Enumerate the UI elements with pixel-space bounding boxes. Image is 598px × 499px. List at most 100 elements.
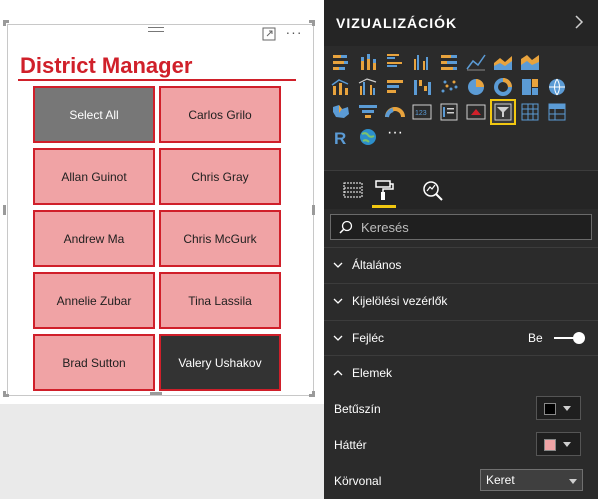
100-percent-bar-icon[interactable] [438,51,460,73]
section-items[interactable]: Elemek [324,355,598,389]
drag-grip-icon[interactable] [148,27,164,37]
dropdown-arrow-icon [569,479,577,484]
slicer-item[interactable]: Chris Gray [159,148,281,205]
analytics-tab-icon[interactable] [418,176,448,204]
stacked-column-icon[interactable] [357,51,379,73]
matrix-icon[interactable] [546,101,568,123]
slicer-item-label: Chris McGurk [183,231,257,246]
svg-text:123: 123 [415,110,427,117]
font-color-swatch [544,403,556,415]
section-general[interactable]: Általános [324,247,598,281]
header-toggle-label: Be [528,331,543,345]
header-toggle[interactable] [554,332,586,344]
background-label: Háttér [334,438,367,452]
font-color-label: Betűszín [334,402,381,416]
section-selection-controls[interactable]: Kijelölési vezérlők [324,283,598,317]
slicer-item[interactable]: Carlos Grilo [159,86,281,143]
scatter-chart-icon[interactable] [438,76,460,98]
more-options-icon[interactable]: ··· [285,24,303,40]
chevron-up-icon [333,369,343,375]
funnel-icon[interactable] [357,101,379,123]
title-underline [18,79,296,81]
resize-handle-bottom-right[interactable] [309,391,315,397]
slicer-item[interactable]: Brad Sutton [33,334,155,391]
clustered-bar-icon[interactable] [384,51,406,73]
slicer-item-label: Chris Gray [191,169,249,184]
format-search-box[interactable] [330,214,592,240]
line-chart-icon[interactable] [465,51,487,73]
slicer-item[interactable]: Andrew Ma [33,210,155,267]
clustered-column-icon[interactable] [411,51,433,73]
fields-tab-icon[interactable] [338,176,368,204]
slicer-item-label: Tina Lassila [188,293,252,308]
gauge-icon[interactable] [384,101,406,123]
slicer-item-label: Carlos Grilo [188,107,252,122]
slicer-item-label: Allan Guinot [61,169,127,184]
slicer-item-selected[interactable]: Valery Ushakov [159,334,281,391]
slicer-item-label: Annelie Zubar [56,293,132,308]
outline-dropdown[interactable]: Keret [480,469,583,491]
slicer-icon[interactable] [490,99,516,125]
kpi-icon[interactable] [465,101,487,123]
pane-title: VIZUALIZÁCIÓK [336,15,458,31]
r-script-icon[interactable]: R [330,126,352,148]
resize-handle-top-right[interactable] [309,20,315,26]
more-visuals-icon[interactable]: ··· [384,125,406,148]
area-chart-icon[interactable] [492,51,514,73]
filled-map-icon[interactable] [330,101,352,123]
slicer-item[interactable]: Allan Guinot [33,148,155,205]
waterfall-chart-icon[interactable] [411,76,433,98]
ribbon-chart-icon[interactable] [384,76,406,98]
stacked-bar-icon[interactable] [330,51,352,73]
resize-handle-top-left[interactable] [3,20,9,26]
slicer-item-label: Andrew Ma [63,231,125,246]
slicer-item-label: Brad Sutton [62,355,126,370]
section-label: Általános [352,257,402,272]
resize-handle-right[interactable] [312,205,315,215]
table-icon[interactable] [519,101,541,123]
line-clustered-column-icon[interactable] [357,76,379,98]
slicer-item[interactable]: Chris McGurk [159,210,281,267]
resize-handle-bottom[interactable] [150,392,162,395]
slicer-title: District Manager [20,53,193,78]
slicer-item[interactable]: Annelie Zubar [33,272,155,329]
format-search-input[interactable] [361,219,581,235]
section-header[interactable]: Fejléc Be [324,320,598,354]
donut-chart-icon[interactable] [492,76,514,98]
slicer-item-label: Select All [69,107,119,122]
format-tab-icon[interactable] [369,176,399,204]
resize-handle-bottom-left[interactable] [3,391,9,397]
chevron-down-icon [333,262,343,268]
section-label: Kijelölési vezérlők [352,293,448,308]
dropdown-arrow-icon [563,406,571,411]
treemap-icon[interactable] [519,76,541,98]
slicer-item-select-all[interactable]: Select All [33,86,155,143]
section-label: Elemek [352,365,393,380]
report-canvas: ··· District Manager Select All Carlos G… [0,0,324,499]
outline-label: Körvonal [334,474,382,488]
multi-row-card-icon[interactable] [438,101,460,123]
pie-chart-icon[interactable] [465,76,487,98]
line-column-icon[interactable] [330,76,352,98]
card-icon[interactable]: 123 [411,101,433,123]
dropdown-arrow-icon [563,442,571,447]
map-icon[interactable] [546,76,568,98]
svg-text:R: R [334,129,346,148]
search-icon [339,220,353,234]
background-color-picker[interactable] [536,432,581,456]
pane-tabs [324,171,598,209]
pane-header: VIZUALIZÁCIÓK [324,0,598,46]
slicer-item-label: Valery Ushakov [178,355,262,370]
background-color-swatch [544,439,556,451]
globe-icon[interactable] [357,126,379,148]
slicer-item[interactable]: Tina Lassila [159,272,281,329]
resize-handle-left[interactable] [3,205,6,215]
visualizations-pane: VIZUALIZÁCIÓK 123 R ··· Keresés Általáno… [324,0,598,499]
section-label: Fejléc [352,330,385,345]
chevron-right-icon[interactable] [572,12,586,32]
font-color-picker[interactable] [536,396,581,420]
stacked-area-icon[interactable] [519,51,541,73]
chevron-down-icon [333,298,343,304]
focus-mode-icon[interactable] [262,27,276,41]
chevron-down-icon [333,335,343,341]
